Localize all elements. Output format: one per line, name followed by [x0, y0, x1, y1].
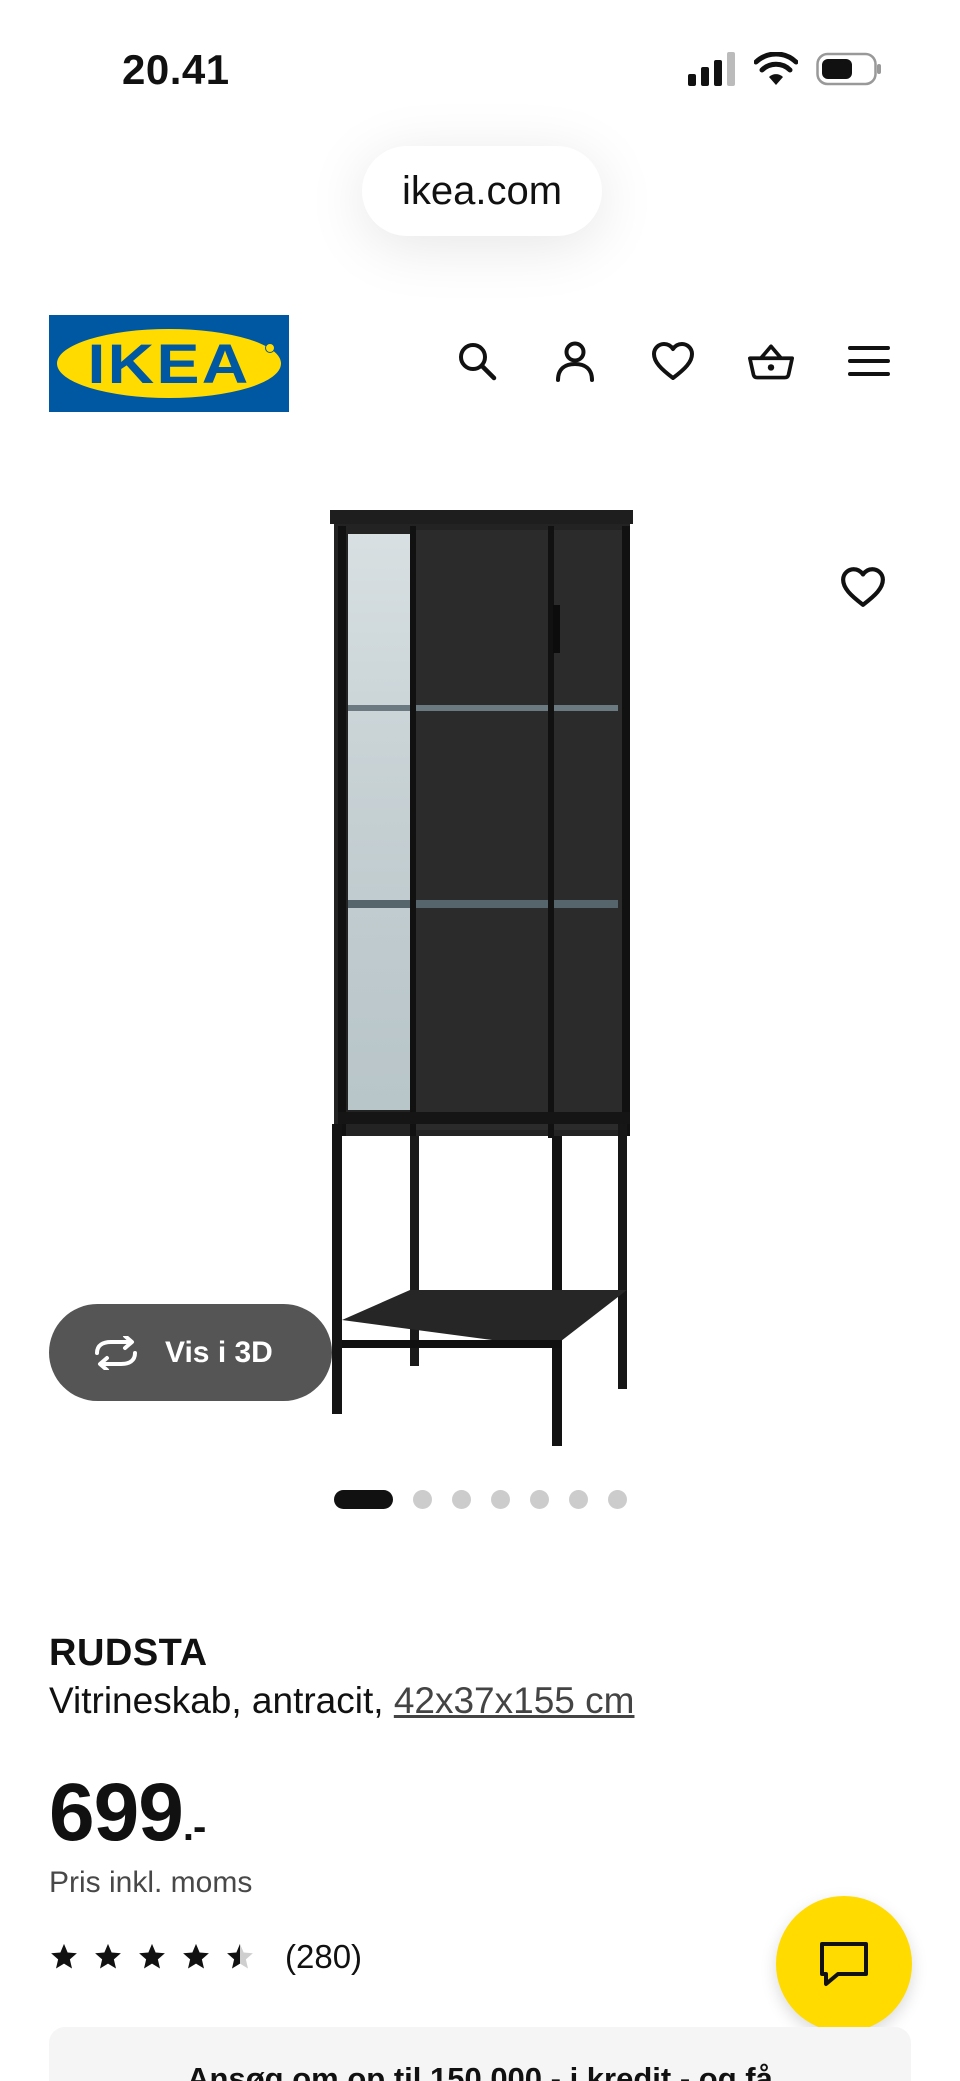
chat-button[interactable]: [776, 1896, 912, 2032]
carousel-dot-7[interactable]: [608, 1490, 627, 1509]
vat-note: Pris inkl. moms: [49, 1866, 253, 1899]
carousel-dot-6[interactable]: [569, 1490, 588, 1509]
view-in-3d-button[interactable]: Vis i 3D: [49, 1304, 332, 1401]
registered-mark: [265, 343, 275, 353]
product-image[interactable]: [300, 500, 680, 1450]
star-icon: [183, 1943, 209, 1969]
basket-icon[interactable]: [748, 338, 794, 384]
status-icons: [688, 52, 882, 86]
image-carousel-dots: [334, 1490, 627, 1509]
star-icon: [139, 1943, 165, 1969]
star-icon: [95, 1943, 121, 1969]
site-header: IKEA: [0, 300, 960, 430]
credit-banner-text: Ansøg om op til 150.000,- i kredit - og …: [187, 2061, 773, 2081]
carousel-dot-5[interactable]: [530, 1490, 549, 1509]
status-bar: 20.41: [0, 0, 960, 140]
credit-banner[interactable]: Ansøg om op til 150.000,- i kredit - og …: [49, 2027, 911, 2081]
wifi-icon: [754, 52, 798, 85]
view-in-3d-label: Vis i 3D: [165, 1335, 273, 1369]
star-icon: [51, 1943, 77, 1969]
search-icon[interactable]: [454, 338, 500, 384]
product-name: RUDSTA: [49, 1632, 208, 1674]
price-value: 699: [49, 1767, 184, 1858]
rotate-3d-icon: [95, 1335, 137, 1370]
half-star-icon: [227, 1943, 253, 1969]
url-text: ikea.com: [401, 168, 563, 213]
heart-icon[interactable]: [650, 338, 696, 384]
review-count: (280): [285, 1938, 363, 1975]
product-type: Vitrineskab, antracit,: [49, 1680, 394, 1721]
battery-icon: [816, 52, 881, 86]
logo-text: IKEA: [87, 332, 251, 395]
carousel-dot-2[interactable]: [413, 1490, 432, 1509]
price-suffix: .-: [182, 1805, 206, 1849]
carousel-dot-1[interactable]: [334, 1490, 393, 1509]
product-rating[interactable]: (280): [49, 1938, 362, 1976]
user-icon[interactable]: [552, 338, 598, 384]
header-actions: [454, 338, 892, 384]
signal-icon: [688, 52, 735, 86]
product-description: Vitrineskab, antracit, 42x37x155 cm: [49, 1680, 634, 1722]
product-dimensions-link[interactable]: 42x37x155 cm: [394, 1680, 635, 1721]
add-to-favourites-icon[interactable]: [840, 566, 886, 612]
ikea-logo[interactable]: IKEA: [49, 315, 289, 412]
carousel-dot-3[interactable]: [452, 1490, 471, 1509]
chat-icon: [820, 1942, 868, 1986]
address-bar[interactable]: ikea.com: [362, 146, 602, 236]
menu-icon[interactable]: [846, 338, 892, 384]
status-time: 20.41: [122, 46, 230, 93]
product-price: 699.-: [49, 1766, 206, 1860]
carousel-dot-4[interactable]: [491, 1490, 510, 1509]
